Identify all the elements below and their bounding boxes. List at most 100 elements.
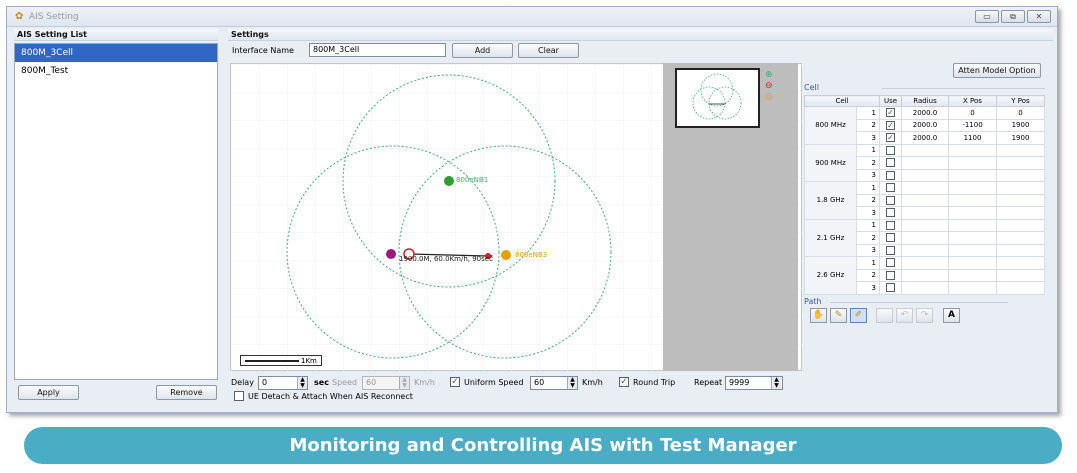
cell-use[interactable]	[879, 181, 902, 195]
cell-radius[interactable]: 2000.0	[901, 131, 949, 145]
cell-xpos[interactable]	[948, 206, 997, 220]
maximize-button[interactable]: ⧉	[1001, 10, 1025, 23]
cell-xpos[interactable]: -1100	[948, 118, 997, 132]
cell-ypos[interactable]	[996, 143, 1045, 157]
cell-radius[interactable]: 2000.0	[901, 106, 949, 120]
cell-ypos[interactable]: 1900	[996, 118, 1045, 132]
cell-xpos[interactable]	[948, 143, 997, 157]
table-row[interactable]: 800 MHz 1 ✓ 2000.0 0 0	[804, 106, 1045, 145]
cell-use-checkbox[interactable]	[886, 258, 895, 268]
cell-use-checkbox[interactable]: ✓	[886, 108, 895, 118]
list-item[interactable]: 800M_3Cell	[15, 44, 217, 62]
delay-spinner[interactable]: ▲ ▼	[297, 377, 307, 389]
cell-use-checkbox[interactable]	[886, 220, 895, 230]
cell-use-checkbox[interactable]	[886, 283, 895, 293]
cell-use-checkbox[interactable]	[886, 208, 895, 218]
minimize-button[interactable]: ▭	[975, 10, 999, 23]
zoom-in-icon[interactable]: ⊕	[765, 70, 773, 80]
close-button[interactable]: ✕	[1027, 10, 1051, 23]
cell-use-checkbox[interactable]	[886, 183, 895, 193]
cell-radius[interactable]	[901, 256, 949, 270]
cell-xpos[interactable]	[948, 281, 997, 295]
cell-use-checkbox[interactable]	[886, 158, 895, 168]
cell-use[interactable]	[879, 143, 902, 157]
cell-radius[interactable]	[901, 181, 949, 195]
cell-xpos[interactable]	[948, 156, 997, 170]
cell-radius[interactable]	[901, 168, 949, 182]
remove-button[interactable]: Remove	[156, 385, 217, 400]
cell-use[interactable]: ✓	[879, 118, 902, 132]
cell-xpos[interactable]	[948, 243, 997, 257]
cell-use-checkbox[interactable]	[886, 233, 895, 243]
cell-use[interactable]	[879, 268, 902, 282]
blank-icon[interactable]	[876, 308, 893, 323]
cell-use[interactable]	[879, 168, 902, 182]
cell-use[interactable]	[879, 193, 902, 207]
table-row[interactable]: 2.6 GHz 1	[804, 256, 1045, 295]
cell-xpos[interactable]	[948, 268, 997, 282]
cell-ypos[interactable]	[996, 156, 1045, 170]
cell-use[interactable]	[879, 218, 902, 232]
cell-use-checkbox[interactable]	[886, 270, 895, 280]
cell-radius[interactable]	[901, 243, 949, 257]
cell-ypos[interactable]	[996, 231, 1045, 245]
add-button[interactable]: Add	[452, 43, 513, 58]
cell-ypos[interactable]	[996, 168, 1045, 182]
cell-radius[interactable]	[901, 206, 949, 220]
cell-radius[interactable]	[901, 143, 949, 157]
cell-use-checkbox[interactable]: ✓	[886, 120, 895, 130]
table-row[interactable]: 1.8 GHz 1	[804, 181, 1045, 220]
cell-use[interactable]	[879, 206, 902, 220]
cell-use[interactable]	[879, 256, 902, 270]
speed-spinner[interactable]: ▲ ▼	[399, 377, 409, 389]
ue-detach-checkbox[interactable]	[234, 391, 244, 401]
cell-radius[interactable]	[901, 193, 949, 207]
cell-ypos[interactable]: 0	[996, 106, 1045, 120]
cell-radius[interactable]: 2000.0	[901, 118, 949, 132]
edit-point-icon[interactable]: ✐	[850, 308, 867, 323]
cell-ypos[interactable]	[996, 181, 1045, 195]
uniform-speed-checkbox[interactable]: ✓	[450, 377, 460, 387]
cell-xpos[interactable]	[948, 218, 997, 232]
cell-ypos[interactable]	[996, 256, 1045, 270]
cell-ypos[interactable]	[996, 218, 1045, 232]
cell-ypos[interactable]	[996, 206, 1045, 220]
cell-use[interactable]	[879, 243, 902, 257]
cell-xpos[interactable]	[948, 168, 997, 182]
cell-xpos[interactable]: 0	[948, 106, 997, 120]
hand-icon[interactable]: ✋	[810, 308, 827, 323]
clear-button[interactable]: Clear	[518, 43, 579, 58]
cell-radius[interactable]	[901, 268, 949, 282]
apply-button[interactable]: Apply	[18, 385, 79, 400]
cell-use-checkbox[interactable]	[886, 245, 895, 255]
add-point-icon[interactable]: ✎	[830, 308, 847, 323]
list-item[interactable]: 800M_Test	[15, 62, 217, 80]
cell-radius[interactable]	[901, 231, 949, 245]
cell-xpos[interactable]: 1100	[948, 131, 997, 145]
cell-use[interactable]	[879, 156, 902, 170]
repeat-spinner[interactable]: ▲ ▼	[771, 377, 781, 389]
cell-use[interactable]: ✓	[879, 131, 902, 145]
round-trip-checkbox[interactable]: ✓	[619, 377, 629, 387]
cell-radius[interactable]	[901, 281, 949, 295]
cell-use-checkbox[interactable]: ✓	[886, 133, 895, 143]
zoom-out-icon[interactable]: ⊖	[765, 81, 773, 91]
cell-xpos[interactable]	[948, 181, 997, 195]
cell-use[interactable]	[879, 231, 902, 245]
minimap[interactable]	[675, 68, 760, 128]
cell-xpos[interactable]	[948, 193, 997, 207]
fit-view-icon[interactable]: ◎	[765, 92, 773, 102]
cell-ypos[interactable]	[996, 193, 1045, 207]
ais-setting-list[interactable]: 800M_3Cell 800M_Test	[14, 43, 218, 380]
redo-icon[interactable]: ↷	[916, 308, 933, 323]
undo-icon[interactable]: ↶	[896, 308, 913, 323]
cell-use-checkbox[interactable]	[886, 145, 895, 155]
cell-use-checkbox[interactable]	[886, 170, 895, 180]
atten-model-option-button[interactable]: Atten Model Option	[953, 63, 1041, 78]
cell-ypos[interactable]	[996, 243, 1045, 257]
cell-ypos[interactable]	[996, 281, 1045, 295]
cell-use-checkbox[interactable]	[886, 195, 895, 205]
cell-ypos[interactable]: 1900	[996, 131, 1045, 145]
text-icon[interactable]: A	[943, 308, 960, 323]
cell-radius[interactable]	[901, 156, 949, 170]
